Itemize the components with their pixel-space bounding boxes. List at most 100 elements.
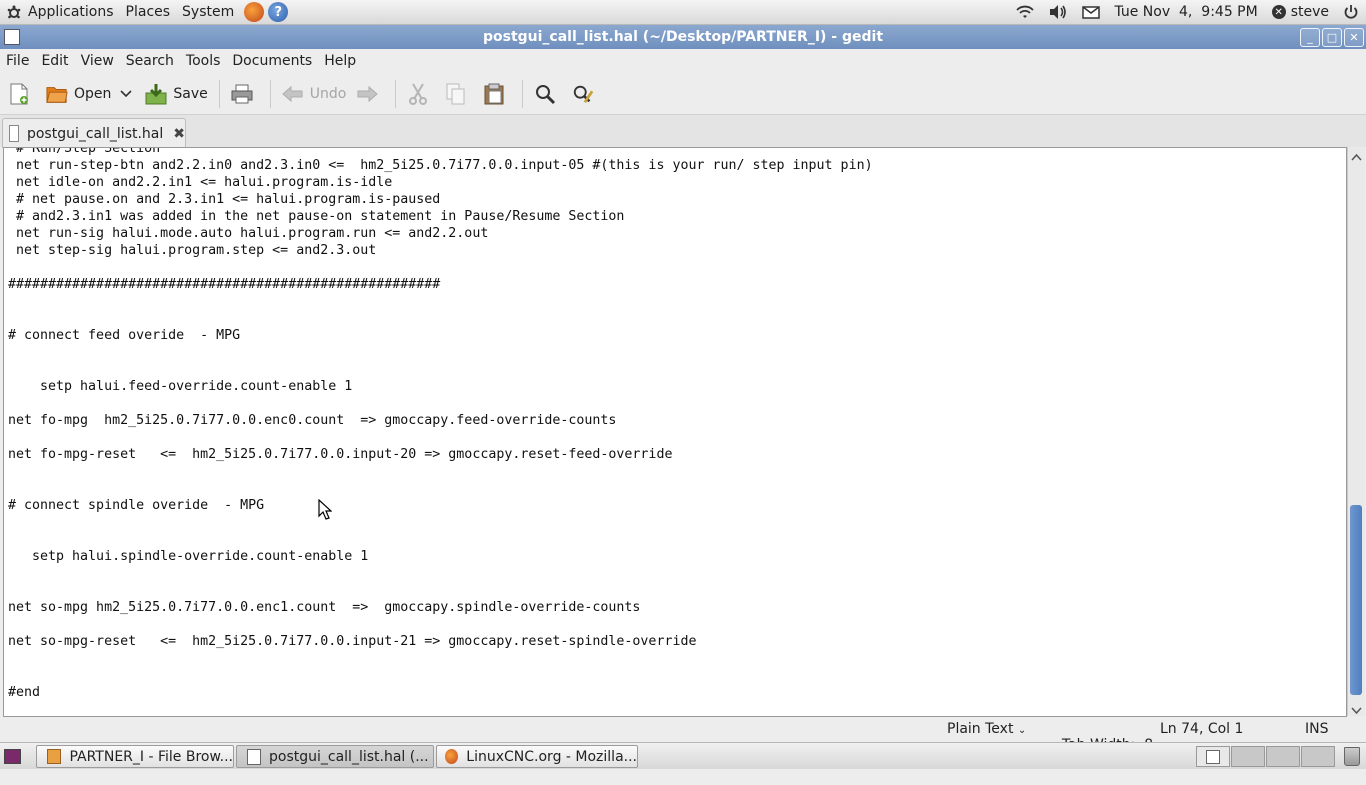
code-line: net run-sig halui.mode.auto halui.progra… bbox=[8, 226, 489, 241]
gnome-foot-icon bbox=[6, 4, 22, 20]
redo-button[interactable] bbox=[351, 77, 389, 111]
code-line: #end bbox=[8, 685, 41, 700]
minimize-button[interactable]: _ bbox=[1300, 28, 1320, 47]
applications-menu[interactable]: Applications bbox=[0, 0, 120, 24]
open-button[interactable]: Open bbox=[41, 77, 116, 111]
task-file-browser[interactable]: PARTNER_I - File Brow... bbox=[36, 745, 234, 768]
text-editor[interactable]: # Run/Step Section net run-step-btn and2… bbox=[3, 147, 1347, 717]
open-recent-dropdown[interactable] bbox=[116, 77, 140, 111]
user-name: steve bbox=[1290, 4, 1329, 20]
menu-file[interactable]: File bbox=[0, 53, 35, 69]
code-line: # net pause.on and 2.3.in1 <= halui.prog… bbox=[8, 192, 441, 207]
statusbar: Plain Text ⌄ Tab Width: 8 ⌄ Ln 74, Col 1… bbox=[0, 717, 1366, 768]
firefox-launcher-icon[interactable] bbox=[244, 2, 265, 22]
find-button[interactable] bbox=[529, 77, 567, 111]
system-menu[interactable]: System bbox=[176, 0, 240, 24]
top-panel: Applications Places System ? Tue Nov 4, … bbox=[0, 0, 1366, 25]
close-window-button[interactable]: ✕ bbox=[1344, 28, 1364, 47]
code-line: net so-mpg hm2_5i25.0.7i77.0.0.enc1.coun… bbox=[8, 600, 641, 615]
open-label: Open bbox=[74, 86, 112, 102]
toolbar-separator bbox=[269, 80, 271, 108]
code-line: net fo-mpg hm2_5i25.0.7i77.0.0.enc0.coun… bbox=[8, 413, 617, 428]
firefox-icon bbox=[445, 749, 459, 764]
code-line: net run-step-btn and2.2.in0 and2.3.in0 <… bbox=[8, 158, 873, 173]
mouse-cursor-icon bbox=[318, 498, 333, 525]
language-label: Plain Text bbox=[947, 721, 1014, 737]
toolbar-separator bbox=[395, 80, 397, 108]
toolbar-separator bbox=[522, 80, 524, 108]
document-tabs: postgui_call_list.hal ✖ bbox=[0, 115, 1366, 148]
scroll-up-arrow-icon[interactable] bbox=[1351, 149, 1362, 165]
code-line: net so-mpg-reset <= hm2_5i25.0.7i77.0.0.… bbox=[8, 634, 697, 649]
save-label: Save bbox=[173, 86, 208, 102]
applications-label: Applications bbox=[28, 4, 114, 20]
code-line: ########################################… bbox=[8, 277, 441, 292]
menu-search[interactable]: Search bbox=[120, 53, 180, 69]
workspace-2[interactable] bbox=[1231, 746, 1265, 767]
user-status-icon: ✕ bbox=[1271, 5, 1286, 19]
find-replace-icon bbox=[572, 83, 594, 105]
wifi-icon[interactable] bbox=[1009, 0, 1041, 24]
workspace-window-icon bbox=[1206, 750, 1220, 764]
menu-help[interactable]: Help bbox=[318, 53, 362, 69]
places-menu[interactable]: Places bbox=[120, 0, 177, 24]
menu-edit[interactable]: Edit bbox=[35, 53, 74, 69]
code-line: # connect feed overide - MPG bbox=[8, 328, 241, 343]
print-button[interactable] bbox=[226, 77, 264, 111]
chevron-down-icon: ⌄ bbox=[1017, 725, 1027, 736]
chevron-down-icon bbox=[120, 86, 132, 102]
user-menu[interactable]: ✕ steve bbox=[1265, 0, 1336, 24]
undo-label: Undo bbox=[309, 86, 347, 102]
task-gedit[interactable]: postgui_call_list.hal (... bbox=[236, 745, 434, 768]
vertical-scrollbar[interactable] bbox=[1347, 147, 1365, 716]
clock[interactable]: Tue Nov 4, 9:45 PM bbox=[1107, 0, 1264, 24]
toolbar-separator bbox=[218, 80, 220, 108]
task-label: LinuxCNC.org - Mozilla... bbox=[466, 748, 637, 765]
save-button[interactable]: Save bbox=[140, 77, 212, 111]
cursor-position: Ln 74, Col 1 bbox=[1160, 721, 1244, 737]
maximize-button[interactable]: □ bbox=[1322, 28, 1342, 47]
tab-postgui-call-list[interactable]: postgui_call_list.hal ✖ bbox=[2, 118, 186, 148]
close-tab-icon[interactable]: ✖ bbox=[173, 126, 185, 142]
undo-button[interactable]: Undo bbox=[277, 77, 352, 111]
menu-tools[interactable]: Tools bbox=[180, 53, 227, 69]
workspace-1[interactable] bbox=[1196, 746, 1230, 767]
trash-icon[interactable] bbox=[1344, 747, 1360, 766]
cut-button[interactable] bbox=[402, 77, 440, 111]
paste-button[interactable] bbox=[478, 77, 516, 111]
code-line: net fo-mpg-reset <= hm2_5i25.0.7i77.0.0.… bbox=[8, 447, 673, 462]
scissors-icon bbox=[407, 83, 429, 105]
power-icon[interactable] bbox=[1336, 0, 1366, 24]
window-titlebar[interactable]: postgui_call_list.hal (~/Desktop/PARTNER… bbox=[0, 25, 1366, 49]
new-document-button[interactable] bbox=[0, 77, 41, 111]
task-firefox[interactable]: LinuxCNC.org - Mozilla... bbox=[436, 745, 638, 768]
open-folder-icon bbox=[46, 83, 68, 105]
find-replace-button[interactable] bbox=[567, 77, 605, 111]
menu-view[interactable]: View bbox=[75, 53, 120, 69]
text-file-icon bbox=[9, 125, 19, 142]
volume-icon[interactable] bbox=[1041, 0, 1075, 24]
workspace-3[interactable] bbox=[1266, 746, 1300, 767]
code-line: net step-sig halui.program.step <= and2.… bbox=[8, 243, 377, 258]
code-line: # and2.3.in1 was added in the net pause-… bbox=[8, 209, 625, 224]
mail-icon[interactable] bbox=[1075, 0, 1107, 24]
workspace-4[interactable] bbox=[1301, 746, 1335, 767]
toolbar: Open Save Undo bbox=[0, 74, 1366, 115]
help-launcher-icon[interactable]: ? bbox=[268, 2, 289, 22]
show-desktop-icon[interactable] bbox=[4, 749, 21, 764]
places-label: Places bbox=[125, 4, 171, 20]
code-line: # Run/Step Section bbox=[8, 147, 161, 156]
menu-documents[interactable]: Documents bbox=[226, 53, 318, 69]
window-title: postgui_call_list.hal (~/Desktop/PARTNER… bbox=[482, 29, 884, 45]
scrollbar-thumb[interactable] bbox=[1350, 505, 1362, 695]
language-selector[interactable]: Plain Text ⌄ bbox=[947, 721, 1026, 737]
copy-button[interactable] bbox=[440, 77, 478, 111]
